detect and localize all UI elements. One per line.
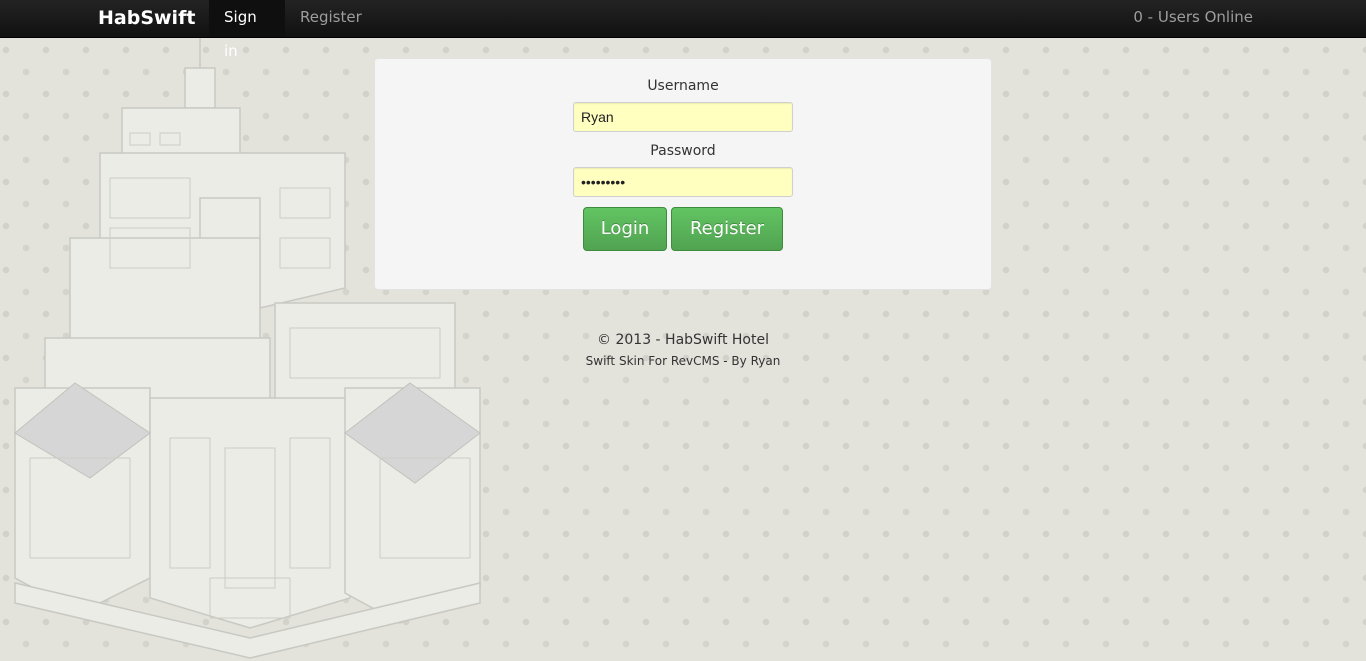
nav-sign-in[interactable]: Sign in [209,0,285,60]
username-label: Username [647,78,719,94]
register-button[interactable]: Register [671,207,783,251]
footer-credit: Swift Skin For RevCMS - By Ryan [585,354,781,368]
username-input[interactable] [573,102,793,132]
password-label: Password [650,143,716,159]
top-navbar: HabSwift Sign in Register 0 - Users Onli… [0,0,1366,60]
footer-copyright: © 2013 - HabSwift Hotel [597,332,769,348]
password-input[interactable] [573,167,793,197]
users-online-count: 0 - Users Online [1133,8,1253,26]
brand-logo[interactable]: HabSwift [98,0,195,38]
login-panel: Username Password Login Register [374,58,992,290]
login-button[interactable]: Login [583,207,667,251]
nav-register[interactable]: Register [285,0,377,37]
